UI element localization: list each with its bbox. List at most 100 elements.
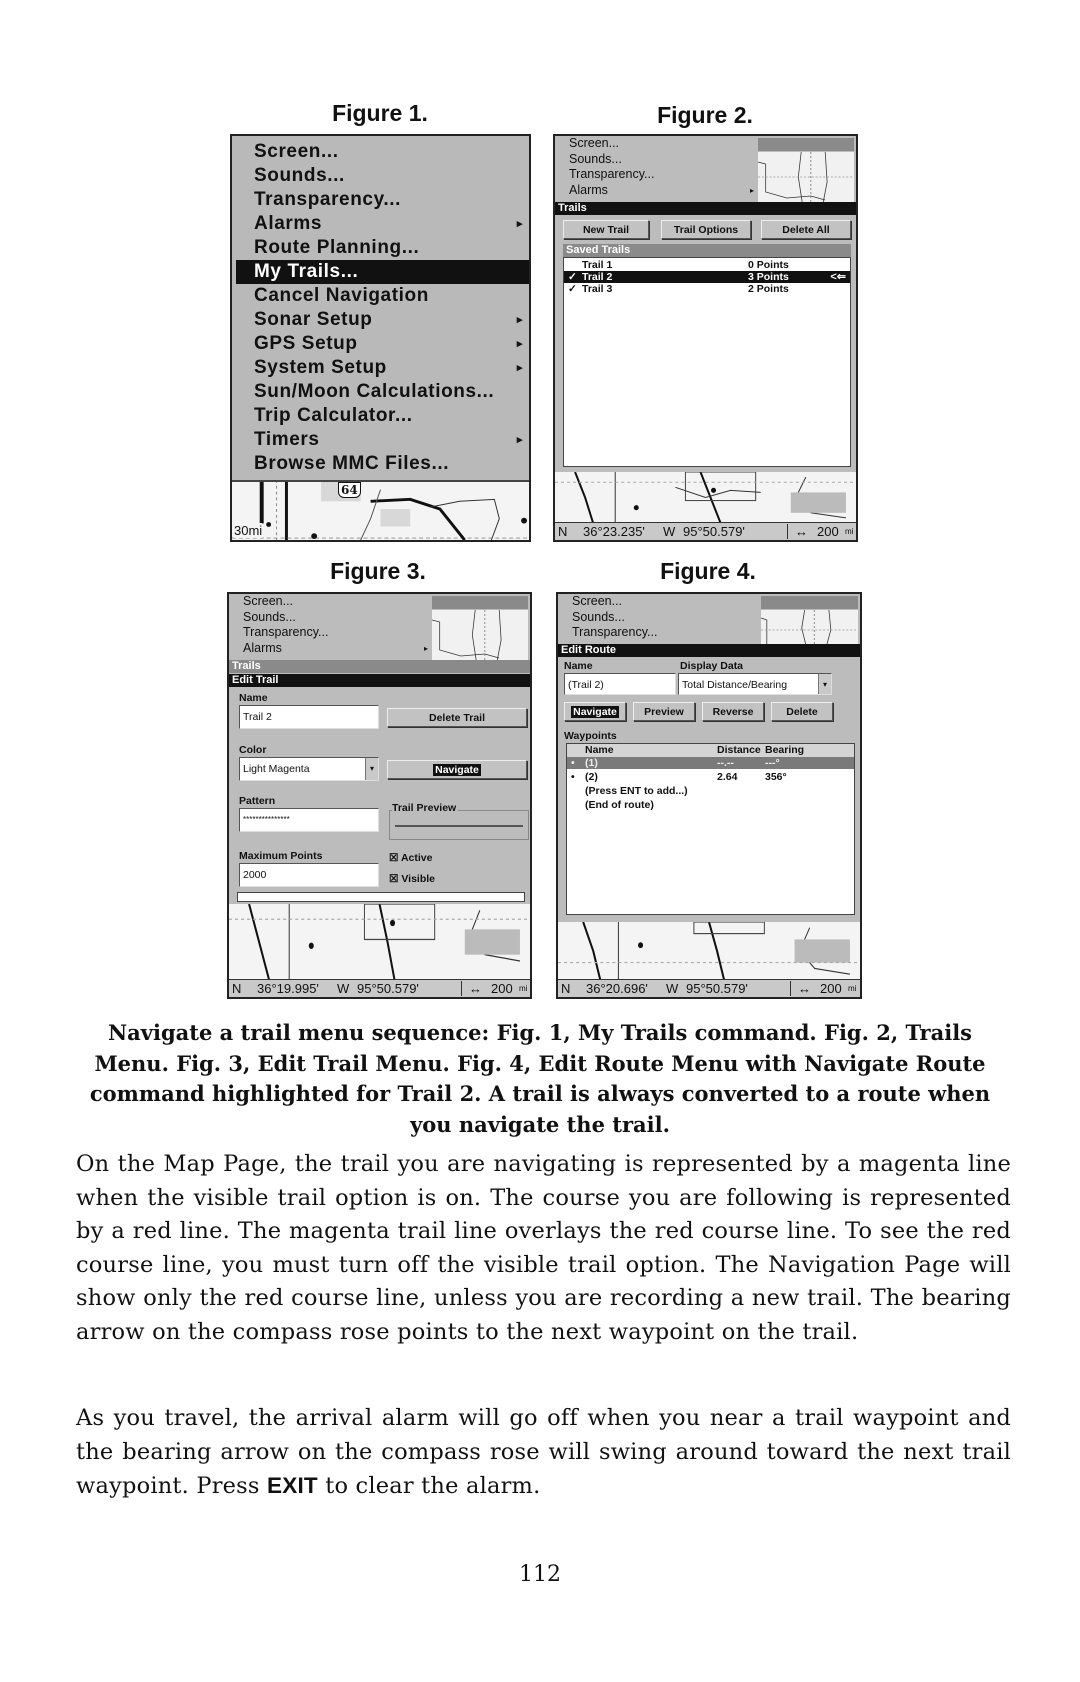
menu-item-alarms[interactable]: Alarms ▸ — [555, 183, 758, 199]
figure-1-title: Figure 1. — [332, 100, 428, 126]
submenu-arrow-icon: ▸ — [516, 338, 523, 350]
menu-item-trip-calculator[interactable]: Trip Calculator... — [232, 404, 529, 428]
end-of-route-marker: (End of route) — [585, 799, 654, 811]
trail-options-button[interactable]: Trail Options — [661, 220, 751, 239]
checkbox-checked-icon: ☒ — [389, 873, 399, 885]
menu-item-screen[interactable]: Screen... — [232, 140, 529, 164]
longitude: 95°50.579' — [686, 981, 748, 996]
waypoints-label: Waypoints — [564, 730, 617, 742]
map-view: 64 30mi — [232, 480, 529, 540]
waypoint-row-selected[interactable]: • (1) --.-- ---° — [567, 757, 854, 769]
waypoint-row[interactable]: • (2) 2.64 356° — [567, 771, 854, 783]
saved-trails-list: Trail 10 Points ✓ Trail 23 Points <⇐ ✓ Trai… — [563, 257, 851, 467]
edit-trail-header: Edit Trail — [229, 674, 530, 687]
body-paragraph-2: As you travel, the arrival alarm will go… — [76, 1405, 1011, 1500]
figure-4-title: Figure 4. — [660, 558, 756, 584]
menu-item-sounds[interactable]: Sounds... — [229, 610, 432, 626]
position-status-bar: N 36°23.235' W 95°50.579' ↔ 200 mi — [555, 522, 856, 540]
map-preview — [758, 152, 854, 202]
figure-3-screen: Screen... Sounds... Transparency... Alar… — [227, 592, 532, 999]
delete-trail-button[interactable]: Delete Trail — [387, 708, 527, 727]
add-waypoint-hint[interactable]: (Press ENT to add...) — [567, 785, 854, 797]
menu-item-alarms[interactable]: Alarms ▸ — [229, 641, 432, 657]
waypoints-column-headers: Name Distance Bearing — [567, 744, 854, 757]
menu-item-route-planning[interactable]: Route Planning... — [232, 236, 529, 260]
trail-row[interactable]: ✓ Trail 32 Points — [564, 283, 850, 295]
background-menu: Screen... Sounds... Transparency... Alar… — [229, 594, 432, 660]
display-data-select[interactable]: Total Distance/Bearing ▾ — [678, 673, 832, 695]
trail-row[interactable]: Trail 10 Points — [564, 259, 850, 271]
submenu-arrow-icon: ▸ — [749, 185, 754, 195]
title-bar — [432, 596, 528, 609]
menu-item-transparency[interactable]: Transparency... — [232, 188, 529, 212]
submenu-arrow-icon: ▸ — [516, 218, 523, 230]
waypoints-list: Name Distance Bearing • (1) --.-- ---° •… — [566, 743, 855, 915]
pattern-input[interactable]: *************** — [239, 808, 379, 832]
new-trail-button[interactable]: New Trail — [563, 220, 649, 239]
latitude: 36°19.995' — [257, 981, 319, 996]
navigate-button[interactable]: Navigate — [387, 760, 527, 779]
display-data-label: Display Data — [680, 660, 744, 672]
trails-header: Trails — [555, 202, 856, 215]
menu-item-gps-setup[interactable]: GPS Setup ▸ — [232, 332, 529, 356]
figure-caption: Navigate a trail menu sequence: Fig. 1, … — [89, 1020, 991, 1137]
menu-item-browse-mmc[interactable]: Browse MMC Files... — [232, 452, 529, 476]
cursor-arrow-icon: <⇐ — [830, 271, 846, 283]
body-paragraph-1: On the Map Page, the trail you are navig… — [76, 1151, 1011, 1345]
preview-button[interactable]: Preview — [633, 702, 695, 721]
trail-preview-line — [395, 825, 523, 827]
trail-preview-group: Trail Preview — [389, 802, 529, 840]
menu-item-cancel-navigation[interactable]: Cancel Navigation — [232, 284, 529, 308]
menu-item-transparency[interactable]: Transparency... — [555, 167, 758, 183]
color-select[interactable]: Light Magenta ▾ — [239, 757, 379, 781]
delete-all-button[interactable]: Delete All — [761, 220, 851, 239]
max-points-input[interactable]: 2000 — [239, 863, 379, 887]
figure-2-title: Figure 2. — [657, 102, 753, 128]
checkbox-checked-icon: ☒ — [389, 852, 399, 864]
check-icon: ✓ — [568, 283, 577, 295]
figure-3-title: Figure 3. — [330, 558, 426, 584]
menu-item-system-setup[interactable]: System Setup ▸ — [232, 356, 529, 380]
menu-item-sounds[interactable]: Sounds... — [558, 610, 761, 626]
map-preview — [432, 610, 528, 660]
menu-item-my-trails[interactable]: My Trails... — [236, 260, 529, 284]
menu-item-transparency[interactable]: Transparency... — [558, 625, 761, 641]
menu-item-alarms[interactable]: Alarms ▸ — [232, 212, 529, 236]
longitude: 95°50.579' — [683, 524, 745, 539]
dropdown-arrow-icon: ▾ — [818, 674, 831, 694]
saved-trails-header: Saved Trails — [563, 244, 851, 257]
menu-item-screen[interactable]: Screen... — [229, 594, 432, 610]
delete-button[interactable]: Delete — [771, 702, 833, 721]
position-status-bar: N 36°20.696' W 95°50.579' ↔ 200 mi — [558, 979, 860, 997]
dropdown-arrow-icon: ▾ — [365, 758, 378, 780]
background-menu: Screen... Sounds... Transparency... Alar… — [555, 136, 758, 202]
range-value: 200 — [820, 981, 842, 996]
menu-item-screen[interactable]: Screen... — [555, 136, 758, 152]
map-preview — [761, 610, 858, 644]
name-label: Name — [564, 660, 593, 672]
map-view — [555, 472, 856, 523]
range-icon: ↔ — [795, 524, 808, 539]
edit-route-header: Edit Route — [558, 644, 860, 657]
reverse-button[interactable]: Reverse — [702, 702, 764, 721]
menu-item-sounds[interactable]: Sounds... — [555, 152, 758, 168]
map-scale-label: 30mi — [234, 523, 263, 538]
longitude: 95°50.579' — [357, 981, 419, 996]
waypoint-bullet-icon: • — [571, 771, 575, 783]
active-checkbox[interactable]: ☒ Active — [389, 852, 432, 864]
route-name-input[interactable]: (Trail 2) — [564, 673, 676, 695]
navigate-button[interactable]: Navigate — [564, 702, 626, 721]
trail-row-selected[interactable]: ✓ Trail 23 Points <⇐ — [564, 271, 850, 283]
title-bar — [758, 138, 854, 151]
visible-checkbox[interactable]: ☒ Visible — [389, 873, 435, 885]
menu-item-transparency[interactable]: Transparency... — [229, 625, 432, 641]
latitude: 36°20.696' — [586, 981, 648, 996]
menu-item-sun-moon[interactable]: Sun/Moon Calculations... — [232, 380, 529, 404]
menu-item-sonar-setup[interactable]: Sonar Setup ▸ — [232, 308, 529, 332]
submenu-arrow-icon: ▸ — [423, 643, 428, 653]
latitude: 36°23.235' — [583, 524, 645, 539]
menu-item-timers[interactable]: Timers ▸ — [232, 428, 529, 452]
menu-item-sounds[interactable]: Sounds... — [232, 164, 529, 188]
trail-name-input[interactable]: Trail 2 — [239, 705, 379, 729]
menu-item-screen[interactable]: Screen... — [558, 594, 761, 610]
